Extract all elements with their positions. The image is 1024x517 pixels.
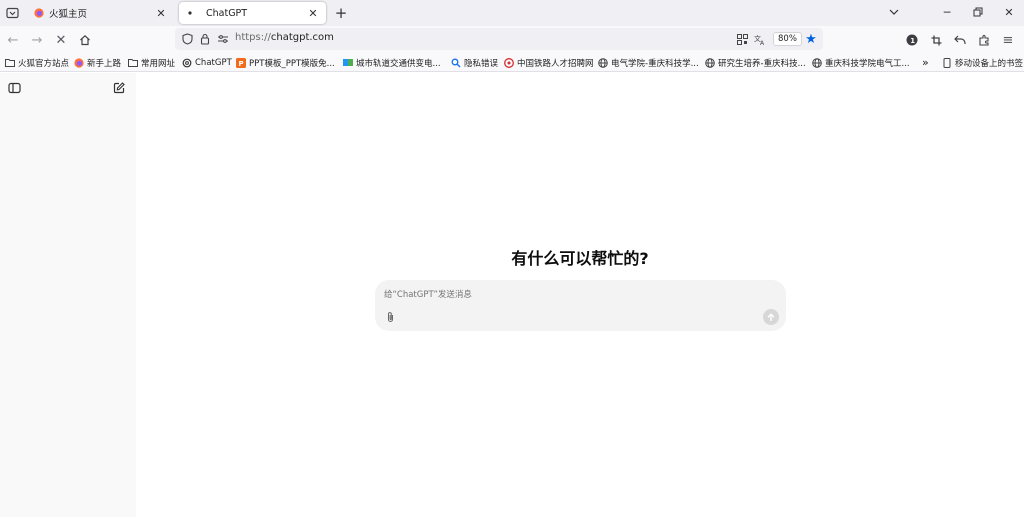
- forward-arrow-icon[interactable]: →: [27, 30, 47, 50]
- attach-paperclip-icon[interactable]: [383, 310, 397, 324]
- bookmark-label: 电气学院-重庆科技学...: [611, 58, 699, 69]
- tab-list-icon[interactable]: [2, 3, 22, 23]
- bookmarks-toolbar: 火狐官方站点 新手上路 常用网址 ChatGPT P PPT模板_PPT模版免.…: [0, 53, 1024, 72]
- search-icon: [451, 58, 461, 68]
- ppt-icon: P: [236, 57, 246, 68]
- bookmark-item[interactable]: 隐私错误: [451, 56, 498, 69]
- bookmark-label: 火狐官方站点: [18, 58, 70, 69]
- bookmark-item[interactable]: 新手上路: [74, 56, 121, 69]
- screenshot-crop-icon[interactable]: [926, 30, 946, 50]
- menu-hamburger-icon[interactable]: ≡: [998, 30, 1018, 50]
- globe-icon: [812, 57, 822, 68]
- tab-chatgpt[interactable]: ChatGPT ✕: [179, 2, 326, 24]
- stop-loading-icon[interactable]: ✕: [51, 30, 71, 50]
- mobile-bookmarks-folder[interactable]: 移动设备上的书签: [942, 56, 1023, 69]
- bookmark-label: 新手上路: [87, 58, 122, 69]
- tab-label: ChatGPT: [206, 7, 248, 19]
- loading-dot-icon: [185, 8, 195, 18]
- bookmark-label: 城市轨道交通供变电...: [356, 58, 441, 69]
- undo-arrow-icon[interactable]: [950, 30, 970, 50]
- new-tab-button[interactable]: +: [332, 4, 350, 22]
- tab-strip: 火狐主页 ✕ ChatGPT ✕ + ─ ✕: [0, 0, 1024, 26]
- bookmark-label: 中国铁路人才招聘网: [517, 58, 594, 69]
- tracking-protection-shield-icon[interactable]: [179, 31, 195, 47]
- bookmark-item[interactable]: 研究生培养-重庆科技...: [705, 56, 806, 69]
- bookmark-item[interactable]: ChatGPT: [182, 56, 232, 69]
- bookmark-item[interactable]: 中国铁路人才招聘网: [504, 56, 594, 69]
- list-all-tabs-chevron-icon[interactable]: [884, 3, 904, 21]
- folder-icon: [5, 58, 15, 68]
- tab-label: 火狐主页: [49, 9, 88, 20]
- more-bookmarks-chevron-icon[interactable]: »: [922, 56, 929, 69]
- close-tab-icon[interactable]: ✕: [306, 6, 320, 20]
- bookmark-label: 移动设备上的书签: [955, 58, 1024, 69]
- message-input[interactable]: [384, 288, 764, 302]
- mobile-icon: [942, 57, 952, 68]
- translate-icon[interactable]: 文A: [752, 31, 768, 47]
- send-button[interactable]: [763, 309, 779, 325]
- svg-text:P: P: [239, 60, 244, 68]
- chat-sidebar: [0, 73, 136, 517]
- restore-icon[interactable]: [968, 3, 988, 21]
- tab-firefox-home[interactable]: 火狐主页 ✕: [28, 2, 174, 24]
- new-chat-edit-icon[interactable]: [111, 80, 127, 96]
- close-window-icon[interactable]: ✕: [999, 3, 1019, 21]
- back-arrow-icon[interactable]: ←: [3, 30, 23, 50]
- home-icon[interactable]: [75, 30, 95, 50]
- lock-icon[interactable]: [197, 31, 213, 47]
- bookmark-label: 隐私错误: [464, 58, 499, 69]
- bookmark-label: 重庆科技学院电气工...: [825, 58, 910, 69]
- bookmark-label: 常用网址: [141, 58, 176, 69]
- bookmark-item[interactable]: P PPT模板_PPT模版免...: [236, 56, 335, 69]
- qr-code-icon[interactable]: [734, 31, 750, 47]
- page-title: 有什么可以帮忙的?: [511, 249, 649, 268]
- send-arrow-icon: [767, 312, 775, 321]
- navigation-toolbar: ← → ✕ https://chatgpt.com 文A 80% ★ 1 ≡: [0, 26, 1024, 53]
- bookmark-item[interactable]: 火狐官方站点: [5, 56, 69, 69]
- firefox-icon: [74, 57, 84, 68]
- firefox-icon: [34, 8, 44, 18]
- permissions-icon[interactable]: [215, 31, 231, 47]
- bookmark-item[interactable]: 城市轨道交通供变电...: [343, 56, 441, 69]
- bookmark-item[interactable]: 重庆科技学院电气工...: [812, 56, 910, 69]
- bookmark-label: 研究生培养-重庆科技...: [718, 58, 806, 69]
- toggle-sidebar-icon[interactable]: [6, 80, 22, 96]
- message-composer[interactable]: [375, 280, 786, 331]
- svg-text:1: 1: [910, 37, 915, 45]
- bookmark-star-icon[interactable]: ★: [803, 31, 819, 47]
- url-scheme: https://: [235, 32, 271, 43]
- zoom-level-button[interactable]: 80%: [773, 32, 802, 46]
- openai-icon: [182, 58, 192, 68]
- account-badge-icon[interactable]: 1: [902, 30, 922, 50]
- extensions-puzzle-icon[interactable]: [974, 30, 994, 50]
- folder-icon: [128, 58, 138, 68]
- bookmark-label: ChatGPT: [195, 57, 232, 68]
- bookmark-item[interactable]: 常用网址: [128, 56, 175, 69]
- railway-icon: [504, 57, 514, 68]
- url-text[interactable]: https://chatgpt.com: [235, 32, 334, 43]
- chat-main: 有什么可以帮忙的?: [136, 73, 1024, 517]
- minimize-icon[interactable]: ─: [937, 3, 957, 21]
- map-icon: [343, 58, 353, 68]
- bookmark-label: PPT模板_PPT模版免...: [249, 58, 335, 69]
- bookmark-item[interactable]: 电气学院-重庆科技学...: [598, 56, 699, 69]
- globe-icon: [705, 57, 715, 68]
- url-host: chatgpt.com: [270, 32, 334, 43]
- close-tab-icon[interactable]: ✕: [154, 6, 168, 20]
- svg-text:A: A: [760, 40, 765, 45]
- address-bar[interactable]: https://chatgpt.com 文A 80% ★: [175, 28, 823, 50]
- globe-icon: [598, 57, 608, 68]
